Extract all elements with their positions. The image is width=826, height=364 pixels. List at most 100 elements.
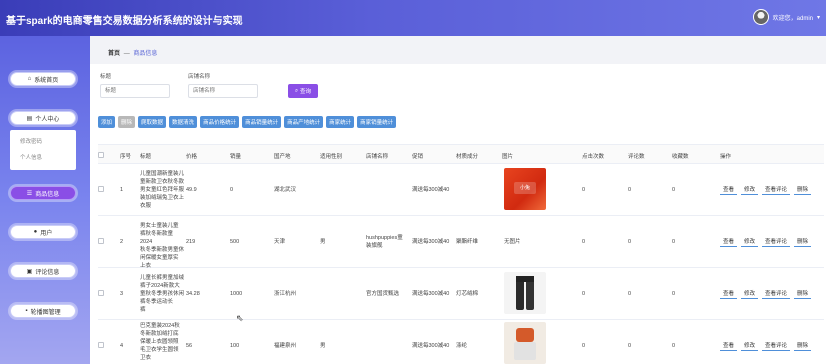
row-title: 巴克童装2024秋 冬新款加绒打底 保暖上衣圆领照 毛卫衣学生圆领 卫衣 <box>140 323 180 361</box>
row-clicks: 0 <box>582 239 586 245</box>
sidebar-item-comments[interactable]: ▣ 评论信息 <box>10 264 76 278</box>
row-actions: 查看 修改 查看评论 删除 <box>720 236 812 247</box>
edit-button[interactable]: 修改 <box>741 340 759 351</box>
table-row[interactable]: 2 男女士童装儿童 裤秋冬新款童2024 秋冬季新款男童休 闲保暖女童厚实 上衣 219… <box>98 216 824 269</box>
delete-row-button[interactable]: 删除 <box>794 288 812 299</box>
row-promo: 满送每300减40 <box>412 291 450 297</box>
title-search-input[interactable] <box>100 84 170 98</box>
app-title: 基于spark的电商零售交易数据分析系统的设计与实现 <box>6 16 243 27</box>
shop-label: 店铺名称 <box>188 74 211 80</box>
row-index: 2 <box>120 239 124 245</box>
add-button[interactable]: 添加 <box>98 116 116 128</box>
col-image: 图片 <box>502 154 514 160</box>
user-menu[interactable]: 欢迎您，admin ▾ <box>752 9 820 25</box>
edit-button[interactable]: 修改 <box>741 288 759 299</box>
clean-data-button[interactable]: 数据清洗 <box>169 116 198 128</box>
view-button[interactable]: 查看 <box>720 236 738 247</box>
row-index: 1 <box>120 187 124 193</box>
edit-button[interactable]: 修改 <box>741 236 759 247</box>
col-origin: 国产地 <box>274 154 291 160</box>
sidebar-item-home[interactable]: ⌂ 系统首页 <box>10 72 76 86</box>
submenu-change-password[interactable]: 修改密码 <box>10 134 76 150</box>
row-actions: 查看 修改 查看评论 删除 <box>720 288 812 299</box>
view-comments-button[interactable]: 查看评论 <box>762 340 791 351</box>
merchant-sales-stats-button[interactable]: 商家销量统计 <box>357 116 397 128</box>
sidebar-item-carousel[interactable]: ▪ 轮播图管理 <box>10 304 76 318</box>
col-sales: 销量 <box>230 154 242 160</box>
row-title: 儿童国潮新童装儿 童新款卫衣秋冬款 男女童红色拜年服 装加绒瑞兔卫衣上 衣服 <box>140 171 185 209</box>
row-favorites: 0 <box>672 239 676 245</box>
row-material: 涤纶 <box>456 343 468 349</box>
sidebar: ⌂ 系统首页 ▤ 个人中心 修改密码 个人信息 ☰ 商品信息 ● 用户 ▣ 评论… <box>0 36 90 364</box>
col-actions: 操作 <box>720 154 732 160</box>
sales-stats-button[interactable]: 商品销量统计 <box>242 116 282 128</box>
origin-stats-button[interactable]: 商品产地统计 <box>284 116 324 128</box>
row-image-placeholder: 无图片 <box>504 239 521 245</box>
person-icon: ● <box>33 229 38 235</box>
row-favorites: 0 <box>672 291 676 297</box>
row-price: 49.9 <box>186 187 197 193</box>
breadcrumb-home[interactable]: 首页 <box>108 51 120 57</box>
user-greeting[interactable]: 欢迎您，admin <box>773 13 813 22</box>
col-promo: 促销 <box>412 154 424 160</box>
row-title: 男女士童装儿童 裤秋冬新款童2024 秋冬季新款男童休 闲保暖女童厚实 上衣 <box>140 223 185 269</box>
row-clicks: 0 <box>582 187 586 193</box>
query-button[interactable]: ⌕ 查询 <box>288 84 318 98</box>
merchant-stats-button[interactable]: 商家统计 <box>326 116 355 128</box>
price-stats-button[interactable]: 商品价格统计 <box>200 116 240 128</box>
row-gender: 男 <box>320 239 326 245</box>
view-button[interactable]: 查看 <box>720 340 738 351</box>
search-icon: ⌕ <box>294 87 299 94</box>
select-all-checkbox[interactable] <box>98 152 104 158</box>
row-checkbox[interactable] <box>98 290 104 296</box>
title-label: 标题 <box>100 74 112 80</box>
row-price: 56 <box>186 343 193 349</box>
main-content: 首页 — 商品信息 标题 店铺名称 ⌕ 查询 添加 删除 爬取数据 数据清洗 商… <box>90 36 826 364</box>
view-button[interactable]: 查看 <box>720 288 738 299</box>
shop-search-input[interactable] <box>188 84 258 98</box>
row-actions: 查看 修改 查看评论 删除 <box>720 184 812 195</box>
row-checkbox[interactable] <box>98 186 104 192</box>
col-material: 材质成分 <box>456 154 479 160</box>
table-header: 序号 标题 价格 销量 国产地 适用性别 店铺名称 促销 材质成分 图片 点击次… <box>98 144 824 164</box>
breadcrumb: 首页 — 商品信息 <box>108 48 157 57</box>
list-icon: ☰ <box>26 190 33 197</box>
row-comments: 0 <box>628 291 632 297</box>
row-material: 灯芯绒棉 <box>456 291 479 297</box>
row-gender: 男 <box>320 343 326 349</box>
sidebar-item-label: 用户 <box>40 230 53 237</box>
personal-center-submenu: 修改密码 个人信息 <box>10 130 76 170</box>
breadcrumb-separator: — <box>123 51 130 57</box>
row-material: 聚酯纤维 <box>456 239 479 245</box>
delete-row-button[interactable]: 删除 <box>794 184 812 195</box>
view-comments-button[interactable]: 查看评论 <box>762 288 791 299</box>
breadcrumb-bar <box>90 36 826 64</box>
edit-button[interactable]: 修改 <box>741 184 759 195</box>
delete-row-button[interactable]: 删除 <box>794 340 812 351</box>
table-row[interactable]: 4 巴克童装2024秋 冬新款加绒打底 保暖上衣圆领照 毛卫衣学生圆领 卫衣 56 10… <box>98 320 824 364</box>
row-origin: 天津 <box>274 239 286 245</box>
row-checkbox[interactable] <box>98 238 104 244</box>
home-icon: ⌂ <box>27 76 32 82</box>
sidebar-item-personal-center[interactable]: ▤ 个人中心 <box>10 111 76 125</box>
row-comments: 0 <box>628 239 632 245</box>
submenu-personal-info[interactable]: 个人信息 <box>10 150 76 166</box>
avatar[interactable] <box>752 9 769 25</box>
product-image: 小兔 <box>504 168 546 210</box>
delete-row-button[interactable]: 删除 <box>794 236 812 247</box>
view-comments-button[interactable]: 查看评论 <box>762 236 791 247</box>
crawl-data-button[interactable]: 爬取数据 <box>138 116 167 128</box>
view-button[interactable]: 查看 <box>720 184 738 195</box>
row-checkbox[interactable] <box>98 342 104 348</box>
row-shop: 官方国货甄选 <box>366 291 400 297</box>
sidebar-item-label: 个人中心 <box>35 116 60 123</box>
delete-button[interactable]: 删除 <box>118 116 136 128</box>
row-shop: hushpuppies童 装旗舰 <box>366 235 403 249</box>
row-comments: 0 <box>628 343 632 349</box>
table-row[interactable]: 3 儿童长裤男童加绒 裤子2024新款大 童秋冬季男孩休闲 裤冬季运动长裤 34.28… <box>98 268 824 320</box>
table-row[interactable]: 1 儿童国潮新童装儿 童新款卫衣秋冬款 男女童红色拜年服 装加绒瑞兔卫衣上 衣服 49.… <box>98 164 824 216</box>
view-comments-button[interactable]: 查看评论 <box>762 184 791 195</box>
chevron-down-icon[interactable]: ▾ <box>817 14 820 21</box>
sidebar-item-product-info[interactable]: ☰ 商品信息 <box>10 186 76 200</box>
sidebar-item-users[interactable]: ● 用户 <box>10 225 76 239</box>
